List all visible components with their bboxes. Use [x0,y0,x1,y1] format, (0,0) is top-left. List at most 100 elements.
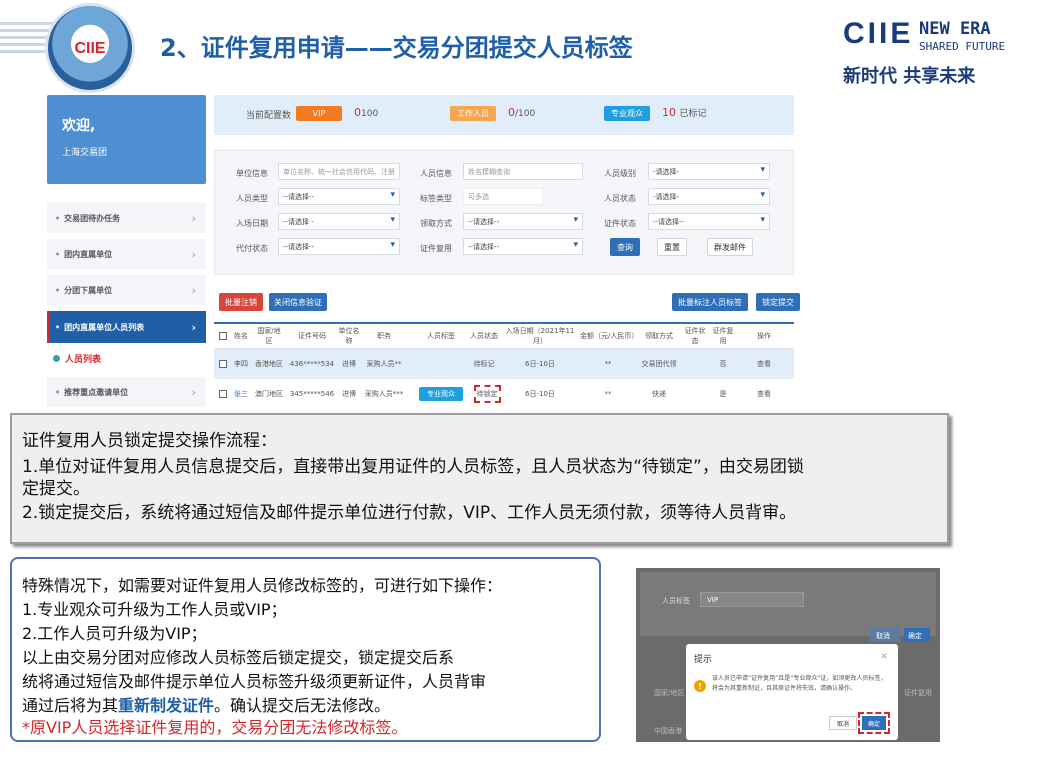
cell-name: 李四 [234,360,248,368]
cell-status: 待标记 [473,360,495,368]
slide-title: 2、证件复用申请——交易分团提交人员标签 [160,34,633,62]
pay-status-select[interactable]: --请选择-- [278,238,400,255]
view-link[interactable]: 查看 [744,349,784,379]
tag-label: 人员标签 [662,597,690,605]
table-row: 李四 香港地区 436*****534 进博 采购人员** 待标记 6日-10日… [214,349,794,379]
person-info-input[interactable]: 姓名模糊查询 [463,163,583,180]
bullet-icon: • [55,213,61,223]
select-all-checkbox[interactable] [216,324,230,348]
note-line: 证件复用人员锁定提交操作流程： [22,431,277,451]
lock-submit-button[interactable]: 锁定提交 [756,293,800,311]
row-checkbox[interactable] [216,349,230,379]
sidebar-item-tasks[interactable]: • 交易团待办任务 › [47,203,206,233]
query-button[interactable]: 查询 [610,238,640,256]
mass-mail-button[interactable]: 群发邮件 [707,238,753,256]
person-type-label: 人员类型 [236,194,268,203]
person-status-label: 人员状态 [604,194,636,203]
cert-status-select[interactable]: --请选择-- [648,213,770,230]
note-line: 1.单位对证件复用人员信息提交后，直接带出复用证件的人员标签，且人员状态为“待锁… [22,457,804,477]
close-verify-button[interactable]: 关闭信息验证 [269,293,327,311]
cell-position: 采购人员** [366,360,402,368]
cell-amount: ** [604,390,612,398]
status-highlight: 待锁定 [473,385,501,403]
view-link[interactable]: 查看 [744,379,784,409]
bullet-icon: • [55,285,61,295]
sidebar-item-label: 团内直属单位 [64,249,113,259]
sidebar-item-sub-units[interactable]: • 分团下属单位 › [47,275,206,305]
pickup-select[interactable]: --请选择-- [463,213,583,230]
cancel-button[interactable]: 取消 [870,628,900,642]
bg-col-region: 国家/地区 [654,689,685,697]
person-info-label: 人员信息 [420,169,452,178]
person-type-select[interactable]: --请选择-- [278,188,400,205]
welcome-text: 欢迎, [62,118,96,134]
tag-type-label: 标签类型 [420,194,452,203]
process-note-box: 证件复用人员锁定提交操作流程： 1.单位对证件复用人员信息提交后，直接带出复用证… [10,413,949,544]
cell-pickup: 快递 [652,390,666,398]
brand-newera: NEW ERA [919,19,991,39]
note-line: 特殊情况下，如需要对证件复用人员修改标签的，可进行如下操作： [22,576,503,595]
col-pickup: 领取方式 [645,332,673,340]
chevron-right-icon: › [191,385,196,399]
confirm-button[interactable]: 确定 [904,628,930,642]
note-line: 1.专业观众可升级为工作人员或VIP； [22,600,287,619]
chevron-right-icon: › [191,211,196,225]
person-level-select[interactable]: -请选择- [648,163,770,180]
entry-date-select[interactable]: --请选择 - [278,213,400,230]
chevron-right-icon: › [191,320,196,334]
reset-button[interactable]: 重置 [657,238,687,256]
cell-pickup: 交易团代领 [641,360,677,368]
welcome-card: 欢迎, 上海交易团 [47,95,206,184]
sidebar-item-invite-units[interactable]: • 推荐重点邀请单位 › [47,377,206,407]
col-position: 职务 [377,332,391,340]
chevron-right-icon: › [191,283,196,297]
bullet-icon: • [55,249,61,259]
close-icon[interactable]: ✕ [880,652,888,662]
cell-reuse: 否 [719,360,727,368]
dialog-cancel-button[interactable]: 取消 [829,716,857,730]
sidebar-item-personnel-list[interactable]: • 团内直属单位人员列表 › [47,311,206,343]
cert-reuse-select[interactable]: --请选择-- [463,238,583,255]
cell-cert-no: 345*****546 [289,390,335,398]
entry-date-label: 入场日期 [236,219,268,228]
batch-tag-button[interactable]: 批量标注人员标签 [672,293,748,311]
pickup-label: 领取方式 [420,219,452,228]
dialog-title: 提示 [694,655,713,665]
dialog-ok-button[interactable]: 确定 [862,716,886,730]
row-checkbox[interactable] [216,379,230,409]
sidebar-subitem-personnel[interactable]: 人员列表 [53,352,101,365]
cell-entry-date: 6日-10日 [525,360,555,368]
warning-icon: ! [694,680,706,692]
sidebar-item-label: 团内直属单位人员列表 [64,322,145,332]
sidebar-item-label: 推荐重点邀请单位 [64,387,129,397]
tag-type-input[interactable]: 可多选 [463,188,543,205]
note-line: 以上由交易分团对应修改人员标签后锁定提交，锁定提交后系 [22,648,455,667]
batch-cancel-button[interactable]: 批量注销 [219,293,263,311]
brand-shared: SHARED FUTURE [919,40,1006,53]
sidebar-item-direct-units[interactable]: • 团内直属单位 › [47,239,206,269]
cell-name[interactable]: 张三 [232,379,250,409]
cell-region: 澳门地区 [255,390,283,398]
org-name: 上海交易团 [62,148,108,158]
cell-region: 香港地区 [255,360,283,368]
quota-label: 当前配置数 [246,111,292,121]
col-tag: 人员标签 [427,332,455,340]
cell-entry-date: 6日-10日 [525,390,555,398]
bullet-icon: • [55,387,61,397]
dialog-message: 该人员已申请“证件复用”且是“专业观众”证，如须更改人员标签，将会为其重新制证，… [712,675,887,692]
col-status: 人员状态 [470,332,498,340]
person-level-label: 人员级别 [604,169,636,178]
sidebar-subitem-label: 人员列表 [65,355,102,365]
tag-select[interactable]: VIP [700,592,804,607]
tag-badge: 专业观众 [419,387,463,401]
vip-badge: VIP [296,106,342,121]
person-status-select[interactable]: -请选择- [648,188,770,205]
ciie-logo: CIIE [45,3,135,93]
cell-cert-no: 436*****534 [289,360,335,368]
note-line: 2.锁定提交后，系统将通过短信及邮件提示单位进行付款，VIP、工作人员无须付款，… [22,503,797,523]
staff-badge: 工作人员 [450,106,496,121]
modal-screenshot: 人员标签 VIP 取消 确定 国家/地区 证件复用 中国香港 提示 ✕ ! 该人… [636,568,940,742]
sidebar-item-label: 分团下属单位 [64,285,113,295]
unit-info-input[interactable]: 单位名称、统一社会信用代码、注册 [278,163,400,180]
cell-position: 采购人员*** [364,390,404,398]
